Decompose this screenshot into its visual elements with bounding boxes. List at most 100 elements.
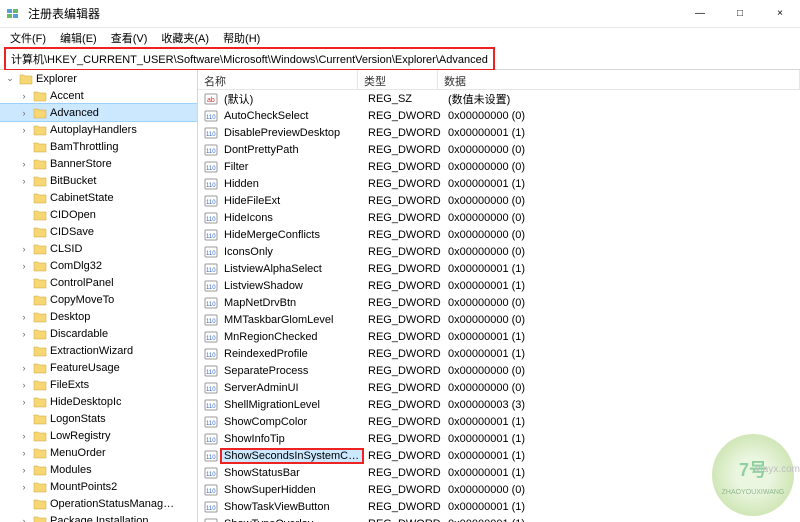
tree-item[interactable]: BamThrottling: [0, 138, 197, 155]
value-row[interactable]: 110SeparateProcessREG_DWORD0x00000000 (0…: [198, 362, 800, 379]
value-data: 0x00000000 (0): [442, 195, 800, 207]
close-button[interactable]: ×: [760, 0, 800, 28]
minimize-button[interactable]: —: [680, 0, 720, 28]
tree-item[interactable]: ControlPanel: [0, 274, 197, 291]
tree-item[interactable]: ExtractionWizard: [0, 342, 197, 359]
expand-icon[interactable]: ›: [18, 125, 30, 135]
value-type: REG_DWORD: [362, 416, 442, 428]
address-path[interactable]: 计算机\HKEY_CURRENT_USER\Software\Microsoft…: [7, 50, 492, 68]
expand-icon[interactable]: ›: [18, 244, 30, 254]
value-data: 0x00000001 (1): [442, 450, 800, 462]
expand-icon[interactable]: ›: [18, 91, 30, 101]
value-row[interactable]: 110ShowStatusBarREG_DWORD0x00000001 (1): [198, 464, 800, 481]
tree-item[interactable]: ›BannerStore: [0, 155, 197, 172]
value-data: 0x00000001 (1): [442, 348, 800, 360]
tree-item[interactable]: ›MenuOrder: [0, 444, 197, 461]
value-name: (默认): [224, 91, 360, 107]
expand-icon[interactable]: ›: [18, 363, 30, 373]
expand-icon[interactable]: ›: [18, 159, 30, 169]
expand-icon[interactable]: ›: [18, 380, 30, 390]
tree-item[interactable]: ›Package Installation: [0, 512, 197, 522]
tree-item[interactable]: ›CLSID: [0, 240, 197, 257]
value-row[interactable]: 110DisablePreviewDesktopREG_DWORD0x00000…: [198, 124, 800, 141]
svg-text:110: 110: [206, 200, 216, 206]
tree-pane[interactable]: ⌄Explorer›Accent›Advanced›AutoplayHandle…: [0, 70, 198, 522]
folder-icon: [33, 379, 47, 391]
value-name: HideFileExt: [224, 195, 360, 207]
tree-item[interactable]: ›Discardable: [0, 325, 197, 342]
expand-icon[interactable]: ›: [18, 329, 30, 339]
tree-item[interactable]: OperationStatusManag…: [0, 495, 197, 512]
expand-icon[interactable]: ›: [18, 431, 30, 441]
value-row[interactable]: 110HiddenREG_DWORD0x00000001 (1): [198, 175, 800, 192]
value-row[interactable]: 110MnRegionCheckedREG_DWORD0x00000001 (1…: [198, 328, 800, 345]
expand-icon[interactable]: ›: [18, 448, 30, 458]
value-row[interactable]: 110ShowCompColorREG_DWORD0x00000001 (1): [198, 413, 800, 430]
menu-view[interactable]: 查看(V): [105, 28, 154, 48]
value-row[interactable]: 110IconsOnlyREG_DWORD0x00000000 (0): [198, 243, 800, 260]
menu-help[interactable]: 帮助(H): [217, 28, 266, 48]
expand-icon[interactable]: ›: [18, 516, 30, 522]
value-row[interactable]: 110ShowInfoTipREG_DWORD0x00000001 (1): [198, 430, 800, 447]
value-row[interactable]: 110AutoCheckSelectREG_DWORD0x00000000 (0…: [198, 107, 800, 124]
value-row[interactable]: ab(默认)REG_SZ(数值未设置): [198, 90, 800, 107]
value-row[interactable]: 110HideFileExtREG_DWORD0x00000000 (0): [198, 192, 800, 209]
folder-icon: [33, 328, 47, 340]
svg-text:110: 110: [206, 353, 216, 359]
value-row[interactable]: 110ReindexedProfileREG_DWORD0x00000001 (…: [198, 345, 800, 362]
value-row[interactable]: 110ShowTaskViewButtonREG_DWORD0x00000001…: [198, 498, 800, 515]
value-row[interactable]: 110HideIconsREG_DWORD0x00000000 (0): [198, 209, 800, 226]
value-row[interactable]: 110ShellMigrationLevelREG_DWORD0x0000000…: [198, 396, 800, 413]
tree-item[interactable]: CopyMoveTo: [0, 291, 197, 308]
value-row[interactable]: 110DontPrettyPathREG_DWORD0x00000000 (0): [198, 141, 800, 158]
tree-item[interactable]: ›Desktop: [0, 308, 197, 325]
expand-icon[interactable]: ›: [18, 482, 30, 492]
expand-icon[interactable]: ⌄: [4, 73, 16, 84]
value-row[interactable]: 110MapNetDrvBtnREG_DWORD0x00000000 (0): [198, 294, 800, 311]
value-name: AutoCheckSelect: [224, 110, 360, 122]
value-row[interactable]: 110ShowSecondsInSystemClockREG_DWORD0x00…: [198, 447, 800, 464]
tree-item[interactable]: ›LowRegistry: [0, 427, 197, 444]
value-data: 0x00000001 (1): [442, 501, 800, 513]
value-data: 0x00000000 (0): [442, 297, 800, 309]
tree-item[interactable]: ›FileExts: [0, 376, 197, 393]
tree-item[interactable]: CabinetState: [0, 189, 197, 206]
column-name[interactable]: 名称: [198, 70, 358, 89]
maximize-button[interactable]: □: [720, 0, 760, 28]
column-data[interactable]: 数据: [438, 70, 800, 89]
tree-item[interactable]: ›HideDesktopIc: [0, 393, 197, 410]
tree-item[interactable]: ⌄Explorer: [0, 70, 197, 87]
value-row[interactable]: 110HideMergeConflictsREG_DWORD0x00000000…: [198, 226, 800, 243]
tree-item[interactable]: ›Accent: [0, 87, 197, 104]
value-row[interactable]: 110ServerAdminUIREG_DWORD0x00000000 (0): [198, 379, 800, 396]
tree-item[interactable]: ›AutoplayHandlers: [0, 121, 197, 138]
tree-item-label: BamThrottling: [50, 141, 118, 153]
tree-item[interactable]: ›BitBucket: [0, 172, 197, 189]
value-row[interactable]: 110ShowSuperHiddenREG_DWORD0x00000000 (0…: [198, 481, 800, 498]
expand-icon[interactable]: ›: [18, 261, 30, 271]
expand-icon[interactable]: ›: [18, 176, 30, 186]
tree-item[interactable]: ›FeatureUsage: [0, 359, 197, 376]
tree-item[interactable]: ›Advanced: [0, 104, 197, 121]
tree-item[interactable]: ›MountPoints2: [0, 478, 197, 495]
expand-icon[interactable]: ›: [18, 312, 30, 322]
menu-favorites[interactable]: 收藏夹(A): [155, 28, 215, 48]
value-name: ShowCompColor: [224, 416, 360, 428]
tree-item[interactable]: ›ComDlg32: [0, 257, 197, 274]
values-pane[interactable]: 名称 类型 数据 ab(默认)REG_SZ(数值未设置)110AutoCheck…: [198, 70, 800, 522]
expand-icon[interactable]: ›: [18, 108, 30, 118]
column-type[interactable]: 类型: [358, 70, 438, 89]
tree-item[interactable]: LogonStats: [0, 410, 197, 427]
value-row[interactable]: 110ListviewAlphaSelectREG_DWORD0x0000000…: [198, 260, 800, 277]
menu-file[interactable]: 文件(F): [4, 28, 52, 48]
expand-icon[interactable]: ›: [18, 397, 30, 407]
tree-item[interactable]: CIDOpen: [0, 206, 197, 223]
menu-edit[interactable]: 编辑(E): [54, 28, 103, 48]
expand-icon[interactable]: ›: [18, 465, 30, 475]
value-row[interactable]: 110MMTaskbarGlomLevelREG_DWORD0x00000000…: [198, 311, 800, 328]
value-row[interactable]: 110FilterREG_DWORD0x00000000 (0): [198, 158, 800, 175]
value-row[interactable]: 110ShowTypeOverlayREG_DWORD0x00000001 (1…: [198, 515, 800, 522]
tree-item[interactable]: ›Modules: [0, 461, 197, 478]
tree-item[interactable]: CIDSave: [0, 223, 197, 240]
value-row[interactable]: 110ListviewShadowREG_DWORD0x00000001 (1): [198, 277, 800, 294]
